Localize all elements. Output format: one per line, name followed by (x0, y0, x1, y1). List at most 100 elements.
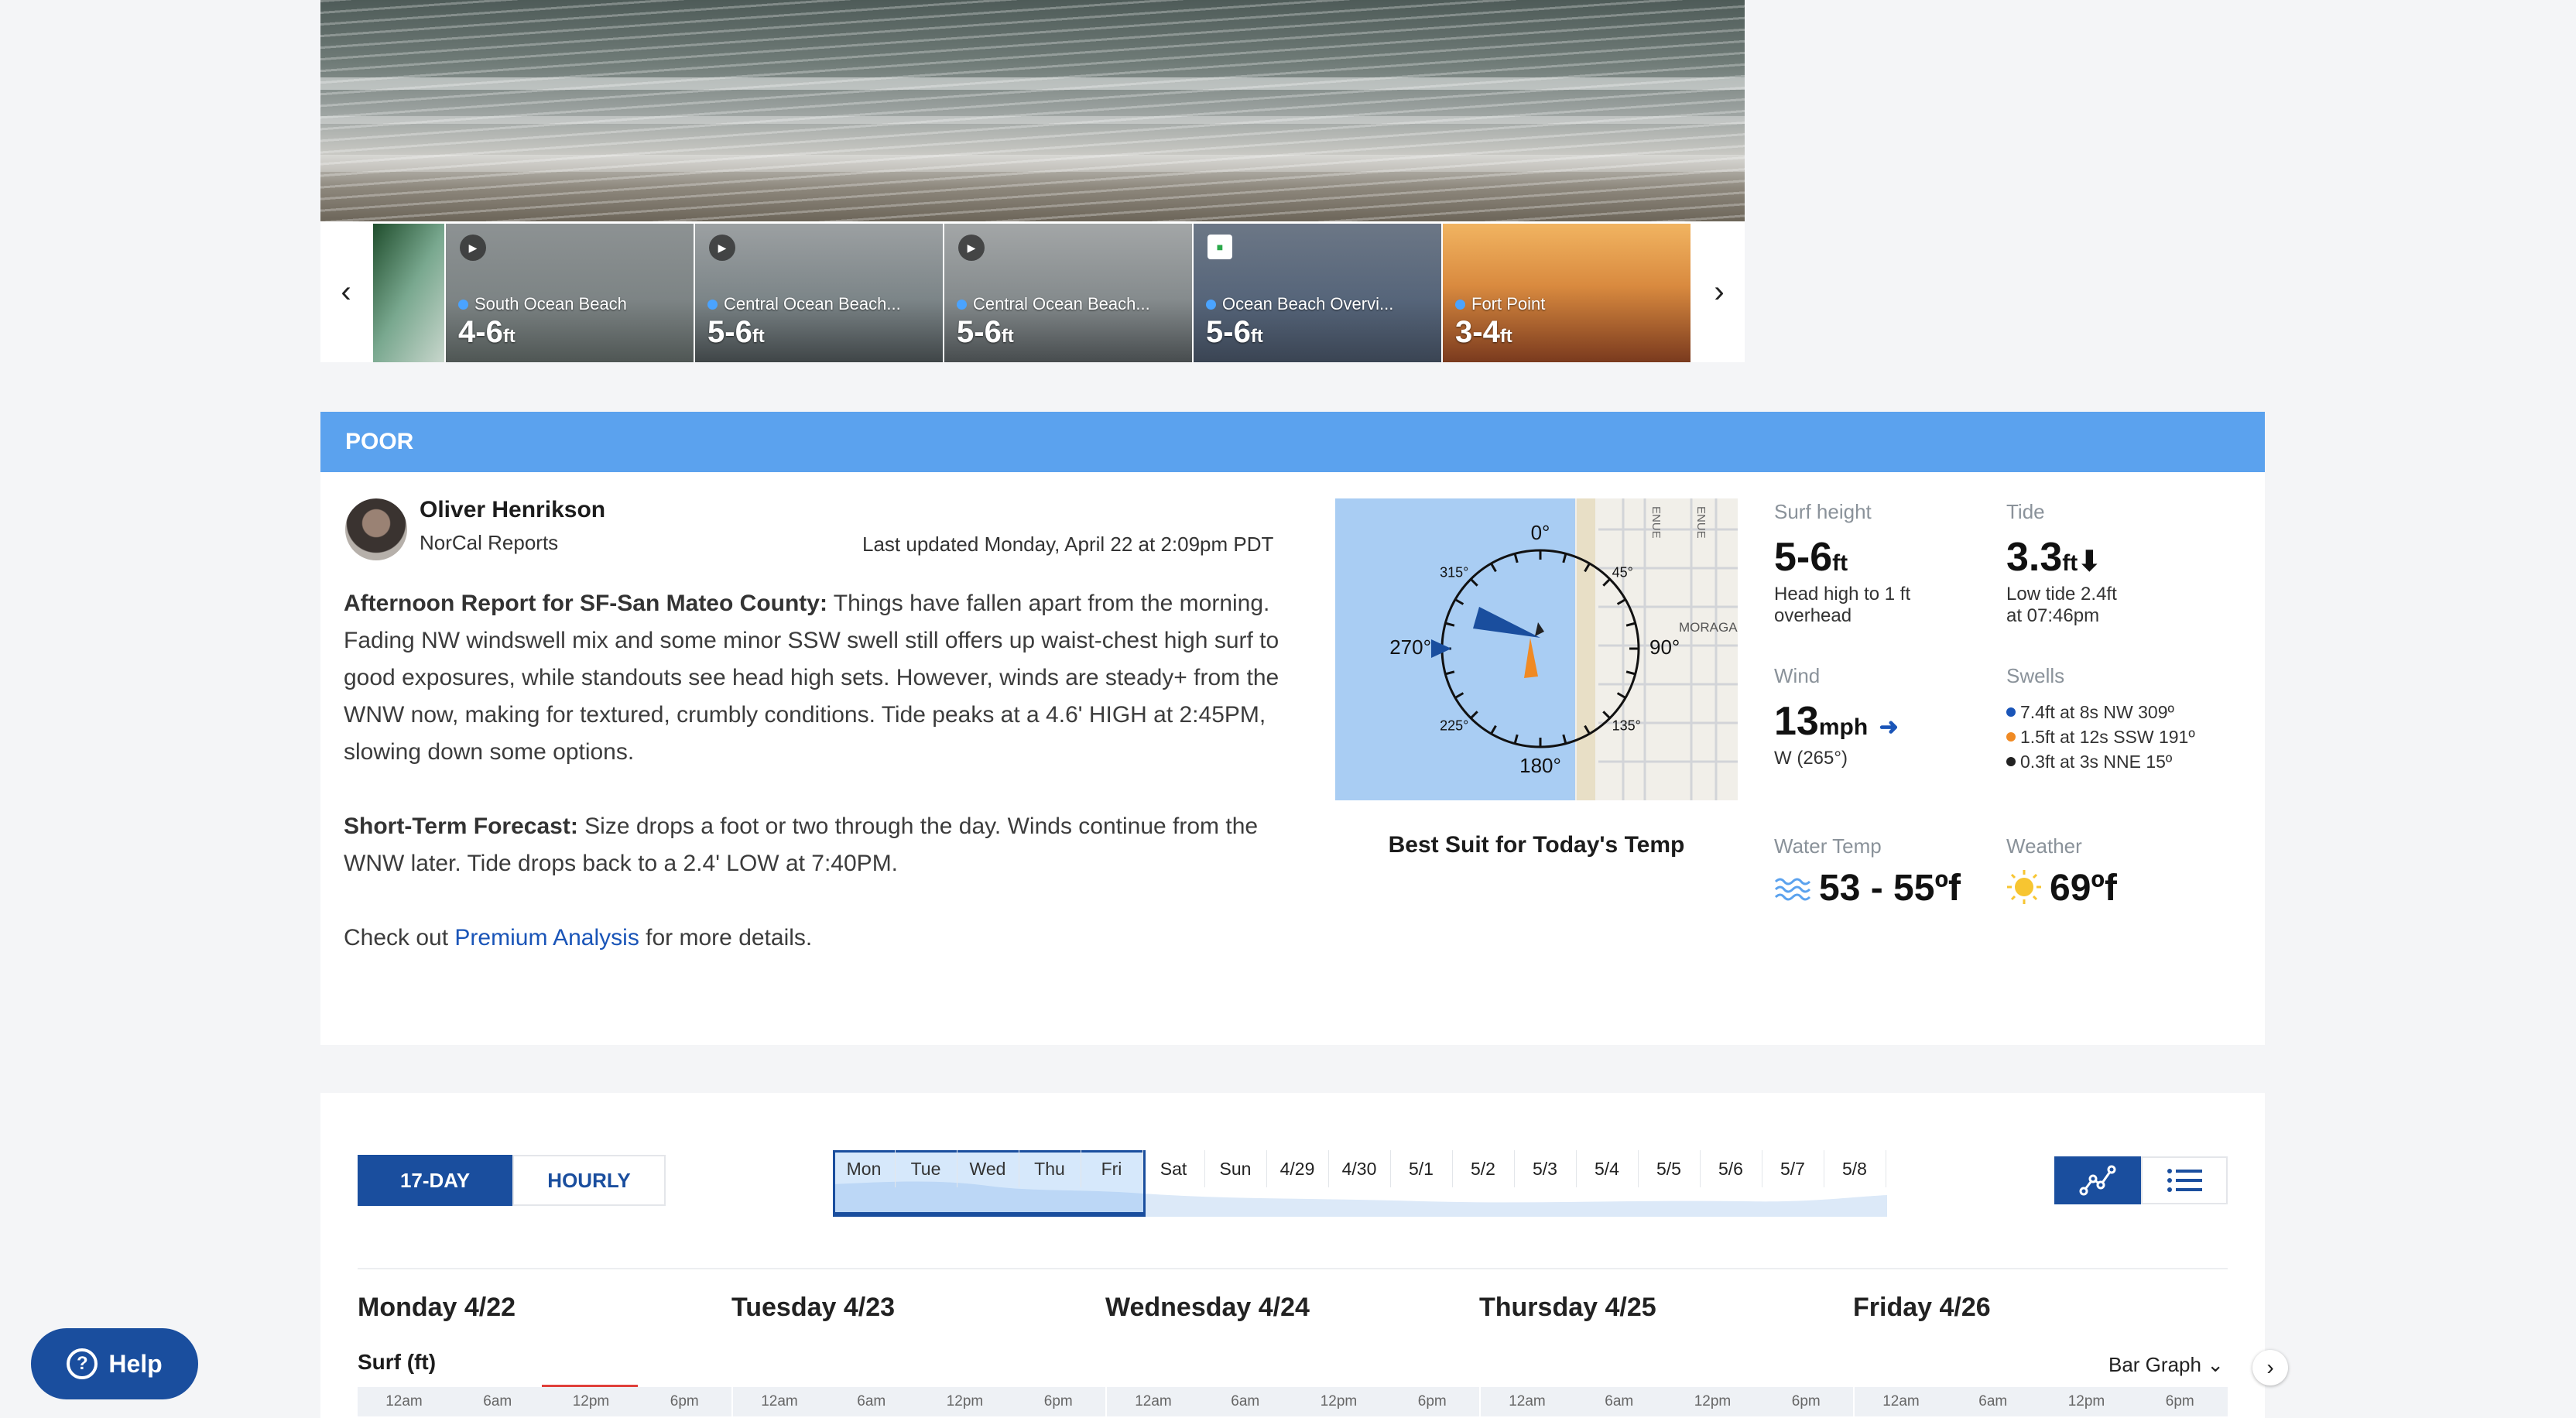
day-cell[interactable]: 5/4 (1576, 1150, 1639, 1187)
compass-label: 225° (1440, 718, 1468, 733)
compass-label: 135° (1612, 718, 1641, 733)
help-button[interactable]: ? Help (31, 1328, 198, 1399)
hour-tick: 6am (857, 1393, 886, 1409)
list-view-button[interactable] (2141, 1156, 2228, 1204)
unit-label: ft (502, 326, 516, 347)
graph-view-button[interactable] (2054, 1156, 2141, 1204)
unit-label: ft (2062, 550, 2078, 576)
sun-icon (2007, 870, 2041, 904)
day-cell[interactable]: 5/7 (1762, 1150, 1824, 1187)
cam-name: South Ocean Beach (458, 294, 627, 314)
play-icon[interactable]: ▶ (709, 235, 735, 261)
hour-tick: 12am (1853, 1387, 1947, 1416)
day-cell[interactable]: 5/8 (1824, 1150, 1886, 1187)
status-dot (1206, 299, 1216, 310)
day-cell[interactable]: 5/5 (1638, 1150, 1701, 1187)
author-subtitle: NorCal Reports (420, 531, 559, 554)
play-icon[interactable]: ▶ (460, 235, 486, 261)
current-time-indicator (542, 1385, 638, 1387)
street-label: MORAGA (1679, 620, 1738, 635)
surf-height-desc: Head high to 1 ft overhead (1774, 584, 1910, 627)
report-text: Things have fallen apart from the mornin… (344, 591, 1279, 765)
wave-foam (320, 155, 1745, 172)
author-name[interactable]: Oliver Henrikson (420, 497, 605, 523)
day-cell[interactable]: Thu (1019, 1150, 1081, 1187)
cam-name-text: Central Ocean Beach... (724, 294, 901, 313)
cam-thumbnail[interactable]: ■ Ocean Beach Overvi... 5-6ft (1194, 224, 1441, 362)
day-cell[interactable]: 5/1 (1390, 1150, 1453, 1187)
cam-surf-size: 4-6ft (458, 315, 516, 350)
surf-desc-line: Head high to 1 ft (1774, 584, 1911, 605)
compass-tick (1444, 670, 1455, 676)
day-cell[interactable]: Tue (895, 1150, 957, 1187)
day-cell[interactable]: 5/6 (1700, 1150, 1762, 1187)
swells-label: Swells (2006, 664, 2065, 687)
day-cell[interactable]: Sat (1142, 1150, 1205, 1187)
swell-dot (2006, 757, 2016, 766)
compass-tick (1490, 563, 1497, 573)
carousel-prev-button[interactable]: ‹ (320, 221, 372, 362)
report-text: Check out (344, 925, 455, 950)
day-cell[interactable]: Sun (1204, 1150, 1267, 1187)
graph-type-dropdown[interactable]: Bar Graph ⌄ (2108, 1353, 2224, 1377)
weather-number: 69 (2050, 868, 2091, 909)
cam-carousel: ‹ ▶ South Ocean Beach 4-6ft ▶ Central Ocean … (320, 221, 1745, 362)
day-title: Tuesday 4/23 (731, 1293, 896, 1322)
day-cell[interactable]: 4/30 (1328, 1150, 1391, 1187)
cam-name-text: Central Ocean Beach... (973, 294, 1150, 313)
play-icon[interactable]: ▶ (958, 235, 985, 261)
divider (358, 1268, 2228, 1269)
status-dot (458, 299, 468, 310)
swell-item: 1.5ft at 12s SSW 191º (2006, 724, 2195, 749)
wind-direction: W (265°) (1774, 748, 1848, 769)
tide-desc-line: Low tide 2.4ft (2006, 584, 2117, 605)
hour-tick: 6am (1231, 1393, 1260, 1409)
map-caption: Best Suit for Today's Temp (1388, 832, 1685, 858)
day-cell[interactable]: 4/29 (1266, 1150, 1329, 1187)
hour-tick: 6am (1978, 1393, 2008, 1409)
tab-17-day[interactable]: 17-DAY (358, 1155, 512, 1206)
cam-thumbnail[interactable]: ▶ Central Ocean Beach... 5-6ft (695, 224, 943, 362)
tab-hourly[interactable]: HOURLY (512, 1155, 666, 1206)
cam-thumbnail-partial[interactable] (373, 224, 444, 362)
compass-label: 45° (1612, 564, 1633, 580)
day-cell[interactable]: Fri (1081, 1150, 1143, 1187)
day-cell[interactable]: Mon (833, 1150, 896, 1187)
water-temp-value: 53 - 55ºf (1774, 867, 1961, 909)
cam-name: Central Ocean Beach... (957, 294, 1150, 314)
day-cell[interactable]: 5/3 (1514, 1150, 1577, 1187)
unit-label: ft (1250, 326, 1263, 347)
day-cell[interactable]: Wed (957, 1150, 1019, 1187)
cam-surf-value: 5-6 (957, 315, 1002, 349)
surf-height-number: 5-6 (1774, 535, 1833, 580)
surf-desc-line: overhead (1774, 605, 1852, 626)
status-dot (1455, 299, 1465, 310)
chevron-right-icon[interactable]: › (2252, 1350, 2288, 1385)
compass-tick (1490, 724, 1497, 735)
day-title: Wednesday 4/24 (1105, 1293, 1310, 1322)
day-cell[interactable]: 5/2 (1452, 1150, 1515, 1187)
surf-cam-player[interactable] (320, 0, 1745, 221)
cam-thumbnail[interactable]: ▶ Central Ocean Beach... 5-6ft (944, 224, 1192, 362)
compass-tick (1513, 553, 1519, 563)
compass-tick (1454, 692, 1464, 699)
cam-surf-size: 5-6ft (957, 315, 1014, 350)
surf-height-value: 5-6ft (1774, 534, 1848, 581)
day-title: Monday 4/22 (358, 1293, 516, 1322)
chevron-down-icon: ⌄ (2207, 1353, 2224, 1376)
spot-map[interactable]: ENUE ENUE MORAGA 0° 45° 90° 135° 180° 225° 270… (1335, 498, 1738, 800)
swell-text: 0.3ft at 3s NNE 15º (2020, 752, 2173, 772)
cam-thumbnail[interactable]: ▶ South Ocean Beach 4-6ft (446, 224, 694, 362)
cam-name-text: Ocean Beach Overvi... (1222, 294, 1394, 313)
hour-tick: 6am (1605, 1393, 1634, 1409)
hour-tick: 12am (385, 1393, 423, 1409)
cam-name-text: Fort Point (1471, 294, 1546, 313)
day-range-selector[interactable]: Mon Tue Wed Thu Fri Sat Sun 4/29 4/30 5/1 5/2 5/3 5/… (833, 1150, 1887, 1217)
swell-text: 7.4ft at 8s NW 309º (2020, 702, 2174, 722)
cam-surf-size: 5-6ft (707, 315, 765, 350)
swell-dot (2006, 707, 2016, 717)
cam-thumbnail[interactable]: Fort Point 3-4ft (1443, 224, 1690, 362)
hour-tick: 12pm (1320, 1393, 1358, 1409)
premium-analysis-link[interactable]: Premium Analysis (454, 925, 639, 950)
carousel-next-button[interactable]: › (1694, 221, 1745, 362)
